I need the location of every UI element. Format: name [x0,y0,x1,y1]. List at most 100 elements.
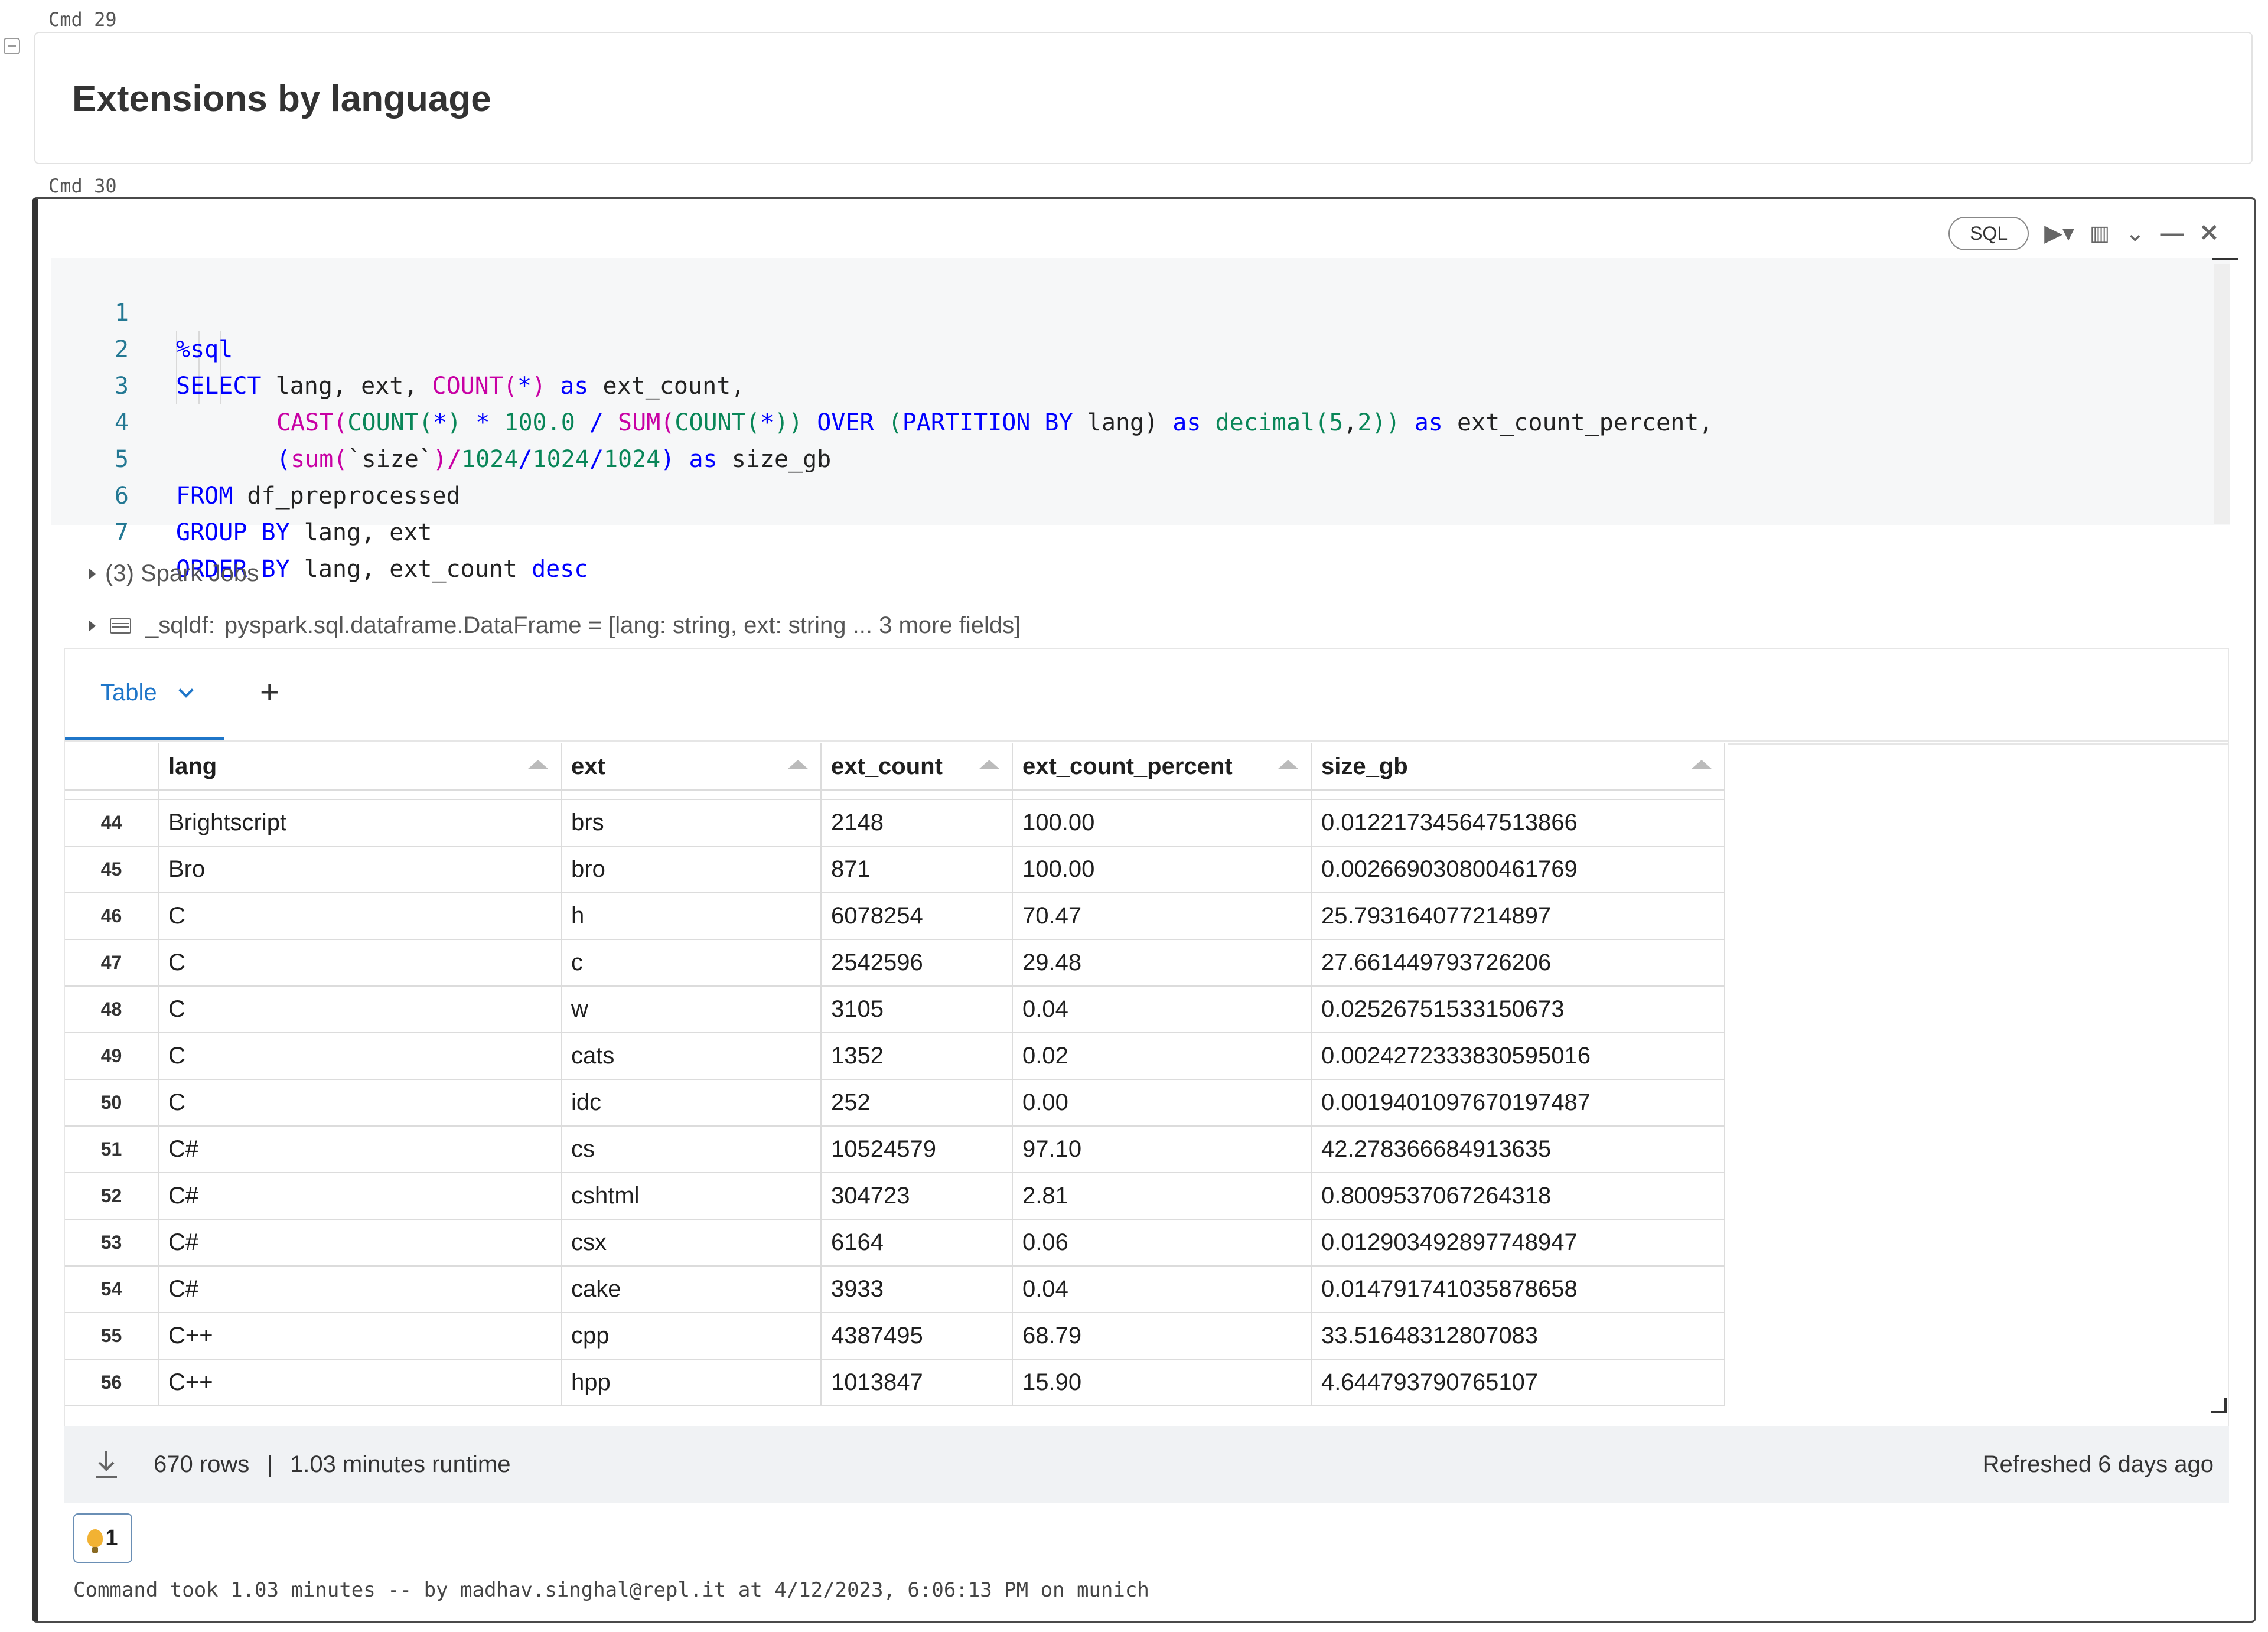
table-empty-area [1728,743,2228,1479]
table-row[interactable]: 47 Cc 2542596 29.48 27.661449793726206 [65,939,1725,987]
table-row[interactable]: 48 Cw 3105 0.04 0.02526751533150673 [65,986,1725,1033]
sort-icon [1691,760,1712,769]
code-editor[interactable]: 1 %sql 2 SELECT lang, ext, COUNT(*) as e… [51,258,2238,583]
ext-count-cell: 2542596 [821,939,1013,987]
row-number-cell: 44 [65,799,159,847]
spark-jobs-label: (3) Spark Jobs [105,560,259,586]
ext-count-cell: 6078254 [821,893,1013,940]
add-visualization-button[interactable]: + [260,673,279,711]
tab-table-label: Table [100,680,157,706]
ext-count-percent-cell: 2.81 [1012,1173,1312,1220]
tab-table[interactable]: Table [65,649,224,740]
minimize-icon[interactable]: — [2160,221,2184,245]
table-row[interactable]: 52 C# cshtml 304723 2.81 0.8009537067264318 [65,1173,1725,1220]
row-number-header [65,743,159,791]
ext-cell: w [561,986,822,1033]
expand-triangle-icon [89,619,96,632]
ext-count-percent-cell: 0.04 [1012,986,1312,1033]
ext-cell: cpp [561,1313,822,1360]
chart-icon[interactable]: ▥ [2090,223,2110,244]
ext-cell: c [561,939,822,987]
table-row[interactable]: 51 C# cs 10524579 97.10 42.278366684913635 [65,1126,1725,1173]
size-gb-cell: 0.012217345647513866 [1311,799,1725,847]
size-gb-cell: 42.278366684913635 [1311,1126,1725,1173]
ext-cell: bro [561,846,822,893]
code-line: 6 GROUP BY lang, ext [114,482,432,546]
result-footer: 670 rows | 1.03 minutes runtime Refreshe… [64,1426,2229,1503]
ext-count-cell: 10524579 [821,1126,1013,1173]
ext-cell: cats [561,1033,822,1080]
row-number-cell: 54 [65,1266,159,1313]
lang-cell: C [158,986,562,1033]
code-line: 2 SELECT lang, ext, COUNT(*) as ext_coun… [114,336,745,400]
close-icon[interactable]: ✕ [2199,221,2219,245]
sqldf-toggle[interactable]: _sqldf: pyspark.sql.dataframe.DataFrame … [89,612,1021,639]
ext-cell: csx [561,1219,822,1267]
chevron-down-icon[interactable] [178,682,194,698]
table-row[interactable]: 45 Bro bro 871 100.00 0.002669030800461769 [65,846,1725,893]
download-icon[interactable] [94,1447,118,1479]
cmd-label: Cmd 29 [48,8,117,31]
ext-count-percent-cell: 29.48 [1012,939,1312,987]
row-number-cell: 50 [65,1079,159,1127]
row-number-cell: 45 [65,846,159,893]
table-row[interactable]: 49 Ccats 1352 0.02 0.0024272333830595016 [65,1033,1725,1080]
cell-heading: Extensions by language [72,79,491,119]
table-row[interactable]: 50 Cidc 252 0.00 0.0019401097670197487 [65,1079,1725,1127]
table-row[interactable]: 53 C# csx 6164 0.06 0.012903492897748947 [65,1219,1725,1267]
ext-count-cell: 304723 [821,1173,1013,1220]
command-took-text: Command took 1.03 minutes -- by madhav.s… [73,1578,1149,1602]
hints-badge[interactable]: 1 [73,1513,132,1563]
sort-icon [979,760,1000,769]
ext-count-percent-cell: 0.02 [1012,1033,1312,1080]
row-number-cell: 46 [65,893,159,940]
column-header-ext-count-percent[interactable]: ext_count_percent [1012,743,1312,791]
column-header-lang[interactable]: lang [158,743,562,791]
code-line: 7 ORDER BY lang, ext_count desc [114,519,589,583]
lang-cell: C [158,939,562,987]
run-dropdown-icon[interactable]: ▶▾ [2044,221,2074,245]
sort-icon [787,760,809,769]
ext-cell: cake [561,1266,822,1313]
language-selector[interactable]: SQL [1948,216,2029,250]
size-gb-cell: 0.0024272333830595016 [1311,1033,1725,1080]
markdown-cell[interactable]: Extensions by language [34,32,2253,164]
table-row[interactable]: 55 C++ cpp 4387495 68.79 33.51648312807083 [65,1313,1725,1360]
runtime-text: 1.03 minutes runtime [289,1451,511,1477]
sort-icon [1278,760,1299,769]
lang-cell: C# [158,1219,562,1267]
ext-count-percent-cell: 70.47 [1012,893,1312,940]
size-gb-cell: 27.661449793726206 [1311,939,1725,987]
code-line: 4 (sum(`size`)/1024/1024/1024) as size_g… [114,409,832,473]
ext-count-percent-cell: 68.79 [1012,1313,1312,1360]
code-cell[interactable]: SQL ▶▾ ▥ ⌄ — ✕ 1 %sql 2 SELECT lang, ext… [32,197,2256,1623]
row-number-cell: 52 [65,1173,159,1220]
column-header-ext-count[interactable]: ext_count [821,743,1013,791]
ext-count-cell: 6164 [821,1219,1013,1267]
ext-count-cell: 4387495 [821,1313,1013,1360]
collapse-cell-button[interactable] [4,38,20,54]
code-line: 5 FROM df_preprocessed [114,446,461,510]
result-panel: Table + lang ext ext_count ext_count_per… [64,648,2229,1500]
row-number-cell: 47 [65,939,159,987]
editor-scrollbar[interactable] [2214,264,2230,524]
ext-cell: brs [561,799,822,847]
sqldf-type: pyspark.sql.dataframe.DataFrame = [lang:… [224,612,1021,638]
size-gb-cell: 0.8009537067264318 [1311,1173,1725,1220]
column-header-size-gb[interactable]: size_gb [1311,743,1725,791]
hints-count: 1 [105,1525,118,1551]
lang-cell: C++ [158,1359,562,1406]
table-row[interactable]: 46 Ch 6078254 70.47 25.793164077214897 [65,893,1725,940]
ext-count-cell: 252 [821,1079,1013,1127]
size-gb-cell: 0.02526751533150673 [1311,986,1725,1033]
expand-triangle-icon [89,567,96,580]
table-row[interactable]: 54 C# cake 3933 0.04 0.014791741035878658 [65,1266,1725,1313]
column-header-ext[interactable]: ext [561,743,822,791]
table-row[interactable]: 44 Brightscript brs 2148 100.00 0.01221734564… [65,799,1725,847]
lang-cell: C [158,1079,562,1127]
spark-jobs-toggle[interactable]: (3) Spark Jobs [89,560,259,587]
collapse-chevron-icon[interactable]: ⌄ [2125,221,2145,245]
ext-count-percent-cell: 100.00 [1012,799,1312,847]
table-row[interactable]: 56 C++ hpp 1013847 15.90 4.644793790765107 [65,1359,1725,1406]
resize-handle[interactable] [2211,1398,2227,1413]
